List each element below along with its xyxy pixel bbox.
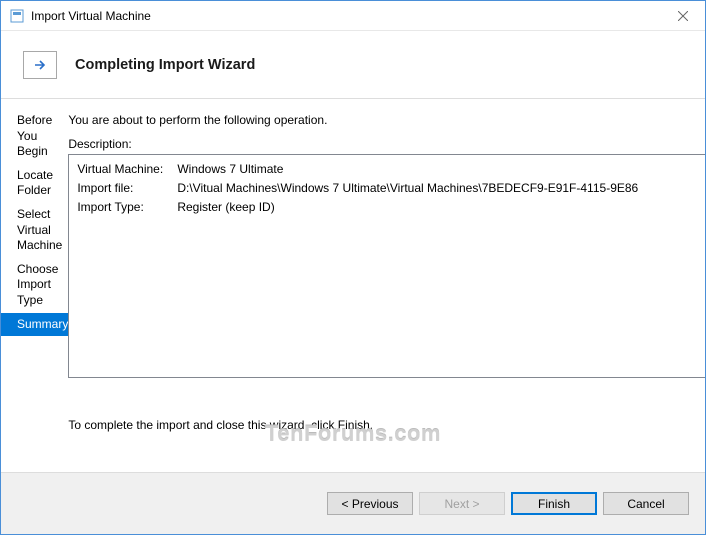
app-icon bbox=[9, 8, 25, 24]
wizard-content: You are about to perform the following o… bbox=[68, 99, 705, 472]
desc-row: Virtual Machine: Windows 7 Ultimate bbox=[77, 161, 705, 178]
sidebar-item-select-vm[interactable]: Select Virtual Machine bbox=[1, 203, 68, 258]
wizard-body: Before You Begin Locate Folder Select Vi… bbox=[1, 99, 705, 472]
close-icon bbox=[678, 11, 688, 21]
close-button[interactable] bbox=[660, 1, 705, 30]
wizard-footer: < Previous Next > Finish Cancel bbox=[1, 472, 705, 534]
desc-key-type: Import Type: bbox=[77, 199, 177, 216]
instruction-text: To complete the import and close this wi… bbox=[68, 418, 705, 432]
desc-val-type: Register (keep ID) bbox=[177, 199, 705, 216]
desc-val-vm: Windows 7 Ultimate bbox=[177, 161, 705, 178]
wizard-window: Import Virtual Machine Completing Import… bbox=[0, 0, 706, 535]
page-title: Completing Import Wizard bbox=[75, 57, 255, 73]
cancel-button[interactable]: Cancel bbox=[603, 492, 689, 515]
sidebar-item-summary[interactable]: Summary bbox=[1, 313, 68, 337]
titlebar: Import Virtual Machine bbox=[1, 1, 705, 31]
import-arrow-icon bbox=[32, 57, 48, 73]
description-box: Virtual Machine: Windows 7 Ultimate Impo… bbox=[68, 154, 705, 378]
desc-key-vm: Virtual Machine: bbox=[77, 161, 177, 178]
previous-button[interactable]: < Previous bbox=[327, 492, 413, 515]
desc-row: Import Type: Register (keep ID) bbox=[77, 199, 705, 216]
sidebar-item-locate-folder[interactable]: Locate Folder bbox=[1, 164, 68, 203]
window-title: Import Virtual Machine bbox=[31, 9, 660, 23]
description-label: Description: bbox=[68, 137, 705, 151]
wizard-header: Completing Import Wizard bbox=[1, 31, 705, 99]
finish-button[interactable]: Finish bbox=[511, 492, 597, 515]
sidebar-item-before-you-begin[interactable]: Before You Begin bbox=[1, 109, 68, 164]
wizard-icon-box bbox=[23, 51, 57, 79]
wizard-sidebar: Before You Begin Locate Folder Select Vi… bbox=[1, 99, 68, 472]
desc-val-file: D:\Vitual Machines\Windows 7 Ultimate\Vi… bbox=[177, 180, 705, 197]
next-button: Next > bbox=[419, 492, 505, 515]
sidebar-item-choose-import-type[interactable]: Choose Import Type bbox=[1, 258, 68, 313]
intro-text: You are about to perform the following o… bbox=[68, 113, 705, 127]
desc-key-file: Import file: bbox=[77, 180, 177, 197]
description-scrollbar[interactable] bbox=[68, 379, 705, 396]
desc-row: Import file: D:\Vitual Machines\Windows … bbox=[77, 180, 705, 197]
